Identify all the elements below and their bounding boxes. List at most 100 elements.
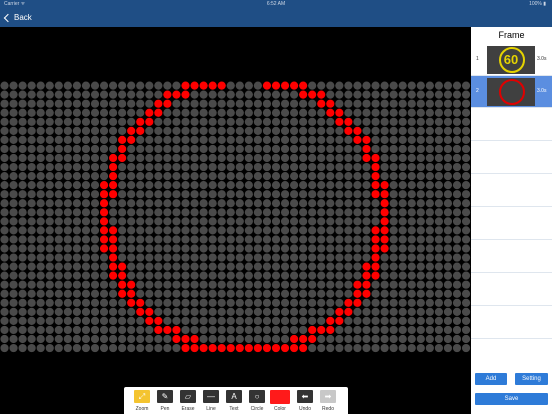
led-pixel[interactable] (109, 334, 118, 344)
led-pixel-lit[interactable] (136, 307, 145, 316)
led-pixel[interactable] (235, 298, 244, 307)
led-pixel[interactable] (9, 208, 18, 217)
led-pixel[interactable] (181, 235, 190, 244)
led-pixel[interactable] (136, 343, 145, 353)
led-pixel[interactable] (262, 144, 272, 154)
led-pixel[interactable] (353, 99, 362, 108)
led-pixel[interactable] (271, 208, 281, 217)
led-pixel[interactable] (362, 325, 371, 335)
led-pixel-lit[interactable] (280, 81, 290, 90)
led-pixel[interactable] (199, 153, 208, 163)
led-pixel[interactable] (353, 235, 362, 244)
led-pixel[interactable] (208, 316, 217, 325)
led-pixel[interactable] (63, 181, 72, 190)
led-pixel[interactable] (109, 217, 118, 226)
led-pixel[interactable] (253, 298, 262, 307)
led-pixel[interactable] (416, 108, 425, 117)
led-pixel-lit[interactable] (290, 81, 299, 90)
led-pixel[interactable] (81, 144, 91, 154)
led-pixel[interactable] (262, 226, 272, 235)
led-pixel[interactable] (99, 144, 109, 154)
led-pixel[interactable] (371, 334, 380, 344)
led-pixel[interactable] (181, 162, 190, 172)
led-pixel[interactable] (154, 153, 163, 163)
led-pixel[interactable] (271, 117, 281, 126)
led-pixel[interactable] (217, 126, 226, 135)
led-pixel[interactable] (389, 208, 398, 217)
led-pixel[interactable] (63, 262, 72, 271)
led-pixel[interactable] (244, 162, 253, 172)
led-pixel[interactable] (18, 316, 27, 325)
led-pixel[interactable] (425, 172, 434, 181)
led-pixel[interactable] (45, 117, 54, 126)
led-pixel[interactable] (398, 316, 407, 325)
led-pixel[interactable] (461, 199, 471, 208)
led-pixel[interactable] (127, 153, 136, 163)
led-pixel[interactable] (380, 153, 389, 163)
led-pixel[interactable] (407, 126, 416, 135)
led-pixel[interactable] (335, 190, 344, 199)
led-pixel[interactable] (190, 217, 199, 226)
led-pixel[interactable] (335, 280, 344, 289)
led-pixel[interactable] (443, 253, 453, 262)
led-pixel[interactable] (235, 325, 244, 335)
led-pixel[interactable] (262, 262, 272, 271)
led-pixel[interactable] (452, 99, 462, 108)
led-pixel[interactable] (425, 235, 434, 244)
led-pixel[interactable] (127, 217, 136, 226)
led-pixel[interactable] (335, 271, 344, 280)
led-pixel[interactable] (434, 289, 443, 298)
led-pixel[interactable] (290, 208, 299, 217)
led-pixel[interactable] (127, 343, 136, 353)
drawing-canvas[interactable] (0, 27, 471, 386)
led-pixel-lit[interactable] (380, 217, 389, 226)
led-pixel[interactable] (18, 162, 27, 172)
led-pixel[interactable] (389, 271, 398, 280)
led-pixel[interactable] (326, 135, 335, 144)
led-pixel[interactable] (308, 153, 317, 163)
led-pixel[interactable] (253, 244, 262, 253)
led-pixel-lit[interactable] (308, 334, 317, 344)
led-pixel[interactable] (244, 316, 253, 325)
led-pixel[interactable] (262, 280, 272, 289)
led-pixel-lit[interactable] (109, 271, 118, 280)
led-pixel[interactable] (36, 325, 45, 335)
led-pixel-lit[interactable] (362, 280, 371, 289)
led-pixel[interactable] (0, 262, 9, 271)
led-pixel[interactable] (389, 307, 398, 316)
led-pixel[interactable] (163, 144, 172, 154)
led-pixel[interactable] (181, 316, 190, 325)
led-pixel-lit[interactable] (299, 90, 308, 99)
led-pixel[interactable] (461, 253, 471, 262)
led-pixel[interactable] (461, 316, 471, 325)
led-pixel[interactable] (90, 126, 100, 135)
led-pixel-lit[interactable] (127, 135, 136, 144)
led-pixel[interactable] (398, 253, 407, 262)
erase-tool[interactable]: ▱ Erase (177, 390, 199, 412)
led-pixel[interactable] (335, 343, 344, 353)
led-pixel[interactable] (154, 199, 163, 208)
led-pixel[interactable] (244, 90, 253, 99)
led-pixel[interactable] (299, 235, 308, 244)
led-pixel[interactable] (127, 99, 136, 108)
led-pixel[interactable] (452, 325, 462, 335)
led-pixel[interactable] (416, 117, 425, 126)
led-pixel[interactable] (190, 153, 199, 163)
led-pixel[interactable] (253, 334, 262, 344)
led-pixel[interactable] (425, 253, 434, 262)
led-pixel[interactable] (199, 172, 208, 181)
line-tool[interactable]: — Line (200, 390, 222, 412)
led-pixel[interactable] (163, 235, 172, 244)
led-pixel[interactable] (244, 244, 253, 253)
led-pixel[interactable] (154, 144, 163, 154)
led-pixel[interactable] (398, 298, 407, 307)
led-pixel[interactable] (199, 199, 208, 208)
led-pixel[interactable] (380, 172, 389, 181)
led-pixel[interactable] (163, 307, 172, 316)
led-pixel[interactable] (290, 90, 299, 99)
led-pixel[interactable] (190, 162, 199, 172)
led-pixel[interactable] (461, 181, 471, 190)
led-pixel[interactable] (398, 244, 407, 253)
led-pixel[interactable] (36, 307, 45, 316)
led-pixel[interactable] (226, 208, 235, 217)
